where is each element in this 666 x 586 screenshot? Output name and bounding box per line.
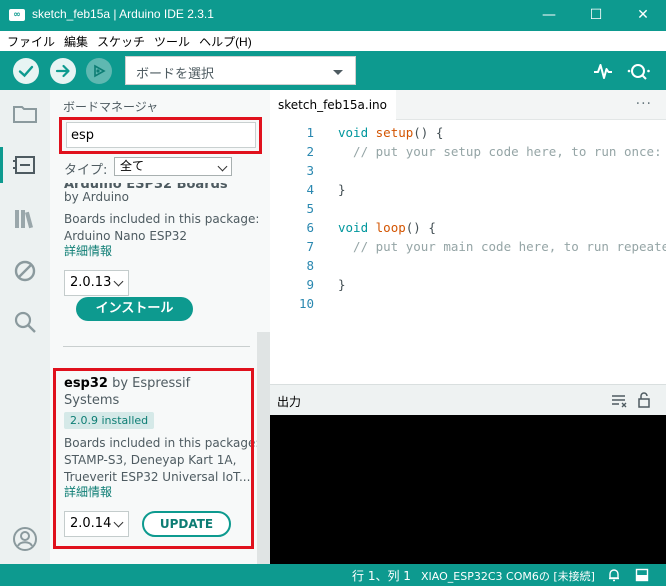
line-number: 10 — [298, 296, 314, 311]
output-panel-icon[interactable] — [635, 568, 649, 582]
close-button[interactable]: ✕ — [620, 0, 666, 31]
package-description: Boards included in this package: — [64, 212, 260, 226]
library-icon — [15, 210, 34, 229]
line-number: 8 — [306, 258, 314, 273]
version-select[interactable]: 2.0.13 — [64, 270, 129, 296]
code-comment: // put your setup code here, to run once… — [338, 144, 662, 159]
type-select-value: 全て — [120, 159, 145, 173]
toolbar: ボードを選択 — [0, 51, 666, 90]
install-button[interactable]: インストール — [76, 297, 193, 321]
upload-icon — [55, 64, 70, 78]
package-highlight-box — [53, 368, 254, 549]
search-button[interactable] — [11, 308, 39, 336]
board-select-label: ボードを選択 — [136, 67, 215, 82]
code-comment: // put your main code here, to run repea… — [338, 239, 666, 254]
chevron-down-icon — [333, 70, 343, 75]
line-number: 1 — [306, 125, 314, 140]
menu-tools[interactable]: ツール — [151, 33, 196, 50]
line-number: 6 — [306, 220, 314, 235]
line-number: 2 — [306, 144, 314, 159]
code-editor[interactable]: 1 2 3 4 5 6 7 8 9 10 void setup() { // p… — [270, 120, 666, 384]
serial-plotter-icon — [594, 64, 612, 79]
lock-icon[interactable] — [637, 392, 651, 408]
scrollbar[interactable] — [257, 332, 270, 564]
output-console[interactable] — [270, 415, 666, 564]
package-author: by Arduino — [64, 190, 129, 204]
serial-monitor-button[interactable] — [627, 60, 650, 82]
board-manager-panel: ボードマネージャ タイプ: 全て Arduino ESP32 Boards by… — [50, 90, 270, 564]
editor-tab-bar: sketch_feb15a.ino ··· — [270, 90, 666, 120]
minimize-button[interactable]: — — [526, 0, 572, 31]
maximize-button[interactable]: ☐ — [573, 0, 619, 31]
account-icon — [13, 527, 37, 551]
output-header: 出力 — [270, 384, 666, 415]
board-icon — [13, 156, 35, 174]
folder-icon — [13, 106, 37, 123]
board-manager-button[interactable] — [0, 147, 39, 183]
verify-button[interactable] — [13, 58, 39, 84]
chevron-down-icon — [217, 161, 228, 172]
title-bar: ∞ sketch_feb15a | Arduino IDE 2.3.1 — ☐ … — [0, 0, 666, 31]
cursor-position: 行 1、列 1 — [352, 569, 411, 583]
menu-edit[interactable]: 編集 — [61, 33, 94, 50]
version-value: 2.0.13 — [70, 275, 112, 290]
code-line: } — [338, 277, 346, 292]
line-number: 4 — [306, 182, 314, 197]
board-status[interactable]: XIAO_ESP32C3 COM6の [未接続] — [421, 568, 595, 584]
verify-icon — [18, 65, 34, 78]
board-select-dropdown[interactable]: ボードを選択 — [125, 56, 356, 85]
more-icon[interactable]: ··· — [636, 96, 652, 112]
account-button[interactable] — [11, 525, 39, 553]
debug-panel-button[interactable] — [11, 257, 39, 285]
line-number: 7 — [306, 239, 314, 254]
no-debug-icon — [14, 260, 36, 282]
type-select[interactable]: 全て — [114, 157, 232, 176]
sketchbook-button[interactable] — [11, 100, 39, 128]
search-highlight-box — [59, 117, 262, 154]
code-line: void loop() { — [338, 220, 436, 235]
serial-plotter-button[interactable] — [592, 60, 614, 82]
activity-bar — [0, 90, 50, 564]
menu-bar: ファイル 編集 スケッチ ツール ヘルプ(H) — [0, 31, 666, 51]
menu-sketch[interactable]: スケッチ — [94, 33, 151, 50]
output-label: 出力 — [277, 395, 302, 409]
more-info-link[interactable]: 詳細情報 — [64, 243, 112, 260]
library-manager-button[interactable] — [11, 205, 39, 233]
divider — [63, 346, 250, 347]
search-icon — [14, 311, 36, 333]
line-number: 5 — [306, 201, 314, 216]
status-bar: 行 1、列 1 XIAO_ESP32C3 COM6の [未接続] — [0, 564, 666, 586]
code-line: } — [338, 182, 346, 197]
type-label: タイプ: — [64, 163, 108, 178]
serial-monitor-icon — [627, 64, 650, 80]
code-line: void setup() { — [338, 125, 444, 140]
debug-button[interactable] — [86, 58, 112, 84]
debug-icon — [94, 64, 106, 78]
tab-sketch[interactable]: sketch_feb15a.ino — [270, 90, 396, 120]
menu-file[interactable]: ファイル — [4, 33, 61, 50]
upload-button[interactable] — [50, 58, 76, 84]
chevron-down-icon — [113, 276, 124, 287]
line-number: 9 — [306, 277, 314, 292]
panel-title: ボードマネージャ — [63, 100, 159, 114]
clear-output-icon[interactable] — [611, 394, 627, 408]
line-number: 3 — [306, 163, 314, 178]
window-title: sketch_feb15a | Arduino IDE 2.3.1 — [32, 7, 214, 21]
notification-bell-icon[interactable] — [607, 568, 621, 582]
menu-help[interactable]: ヘルプ(H) — [196, 33, 258, 50]
arduino-logo-icon: ∞ — [9, 9, 25, 21]
